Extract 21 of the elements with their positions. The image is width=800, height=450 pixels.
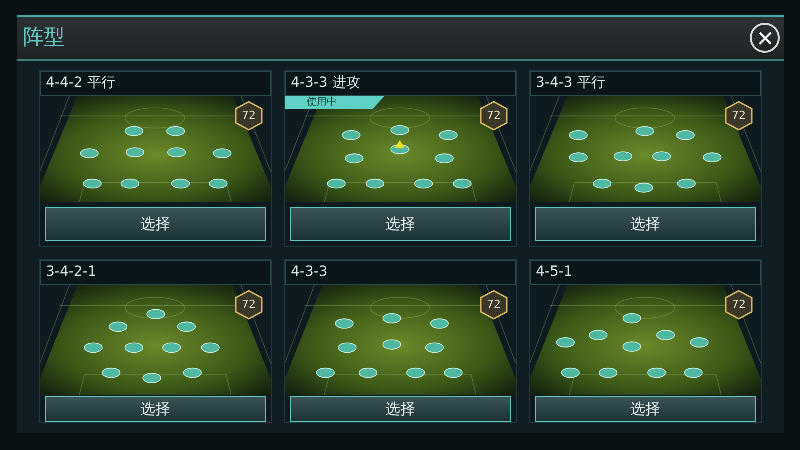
formation-name: 4-3-3 bbox=[285, 260, 516, 285]
in-use-tag: 使用中 bbox=[285, 96, 385, 109]
rating-badge: 72 bbox=[725, 290, 753, 320]
rating-badge: 72 bbox=[235, 290, 263, 320]
dialog-title: 阵型 bbox=[23, 24, 65, 52]
rating-badge: 72 bbox=[480, 101, 508, 131]
formation-name: 4-3-3 进攻 bbox=[285, 71, 516, 96]
select-button[interactable]: 选择 bbox=[535, 396, 756, 422]
rating-badge: 72 bbox=[480, 290, 508, 320]
select-button[interactable]: 选择 bbox=[45, 396, 266, 422]
formation-name: 4-5-1 bbox=[530, 260, 761, 285]
close-icon[interactable] bbox=[750, 23, 780, 53]
select-button[interactable]: 选择 bbox=[45, 207, 266, 241]
formation-name: 4-4-2 平行 bbox=[40, 71, 271, 96]
select-button[interactable]: 选择 bbox=[290, 396, 511, 422]
formation-name: 3-4-3 平行 bbox=[530, 71, 761, 96]
select-button[interactable]: 选择 bbox=[535, 207, 756, 241]
select-button[interactable]: 选择 bbox=[290, 207, 511, 241]
rating-badge: 72 bbox=[235, 101, 263, 131]
formation-name: 3-4-2-1 bbox=[40, 260, 271, 285]
rating-badge: 72 bbox=[725, 101, 753, 131]
